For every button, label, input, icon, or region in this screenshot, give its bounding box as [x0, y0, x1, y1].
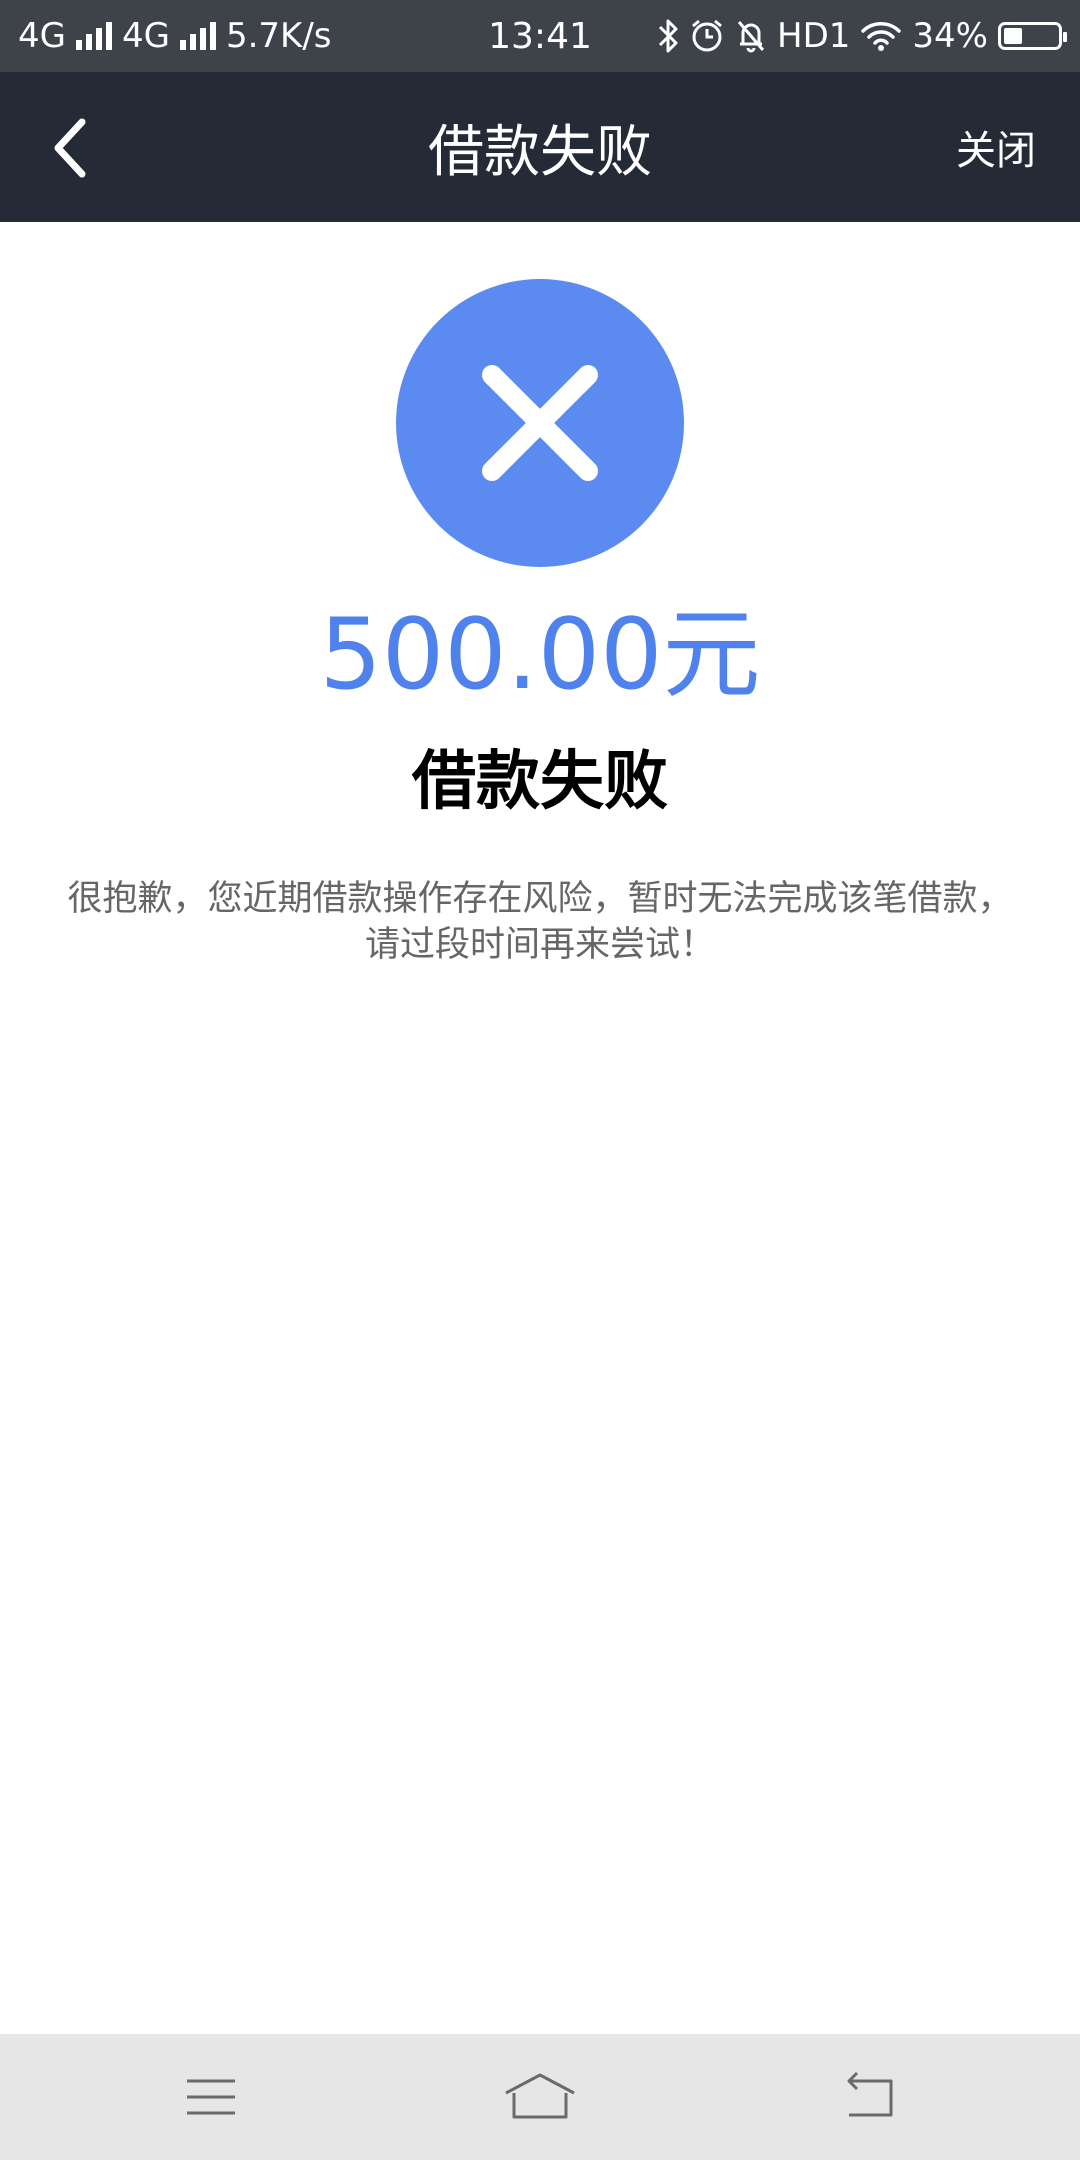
- home-button[interactable]: [480, 2057, 600, 2137]
- system-nav-bar: [0, 2034, 1080, 2160]
- close-button[interactable]: 关闭: [956, 72, 1036, 222]
- nav-bar: 借款失败 关闭: [0, 72, 1080, 222]
- chevron-left-icon: [54, 118, 86, 178]
- hd-indicator: HD1: [777, 16, 851, 56]
- page-title: 借款失败: [428, 119, 652, 185]
- close-x-icon: [482, 365, 598, 481]
- menu-icon: [187, 2079, 235, 2115]
- failure-badge: [396, 279, 684, 567]
- mute-bell-icon: [735, 18, 767, 54]
- loan-failure-screen: 4G 4G 5.7K/s 13:41 HD1 34% 借款失败 关闭 500.0…: [0, 0, 1080, 2160]
- bluetooth-icon: [657, 18, 679, 54]
- return-icon: [847, 2071, 893, 2117]
- wifi-icon: [860, 20, 902, 52]
- back-button[interactable]: [30, 108, 110, 188]
- status-bar: 4G 4G 5.7K/s 13:41 HD1 34%: [0, 0, 1080, 72]
- result-message: 很抱歉，您近期借款操作存在风险，暂时无法完成该笔借款，请过段时间再来尝试！: [67, 879, 1013, 965]
- status-bar-right: HD1 34%: [657, 0, 1067, 72]
- alarm-icon: [689, 18, 725, 54]
- loan-amount: 500.00元: [319, 598, 761, 712]
- result-status: 借款失败: [412, 745, 668, 819]
- home-icon: [505, 2073, 575, 2119]
- return-button[interactable]: [809, 2057, 929, 2137]
- menu-button[interactable]: [151, 2057, 271, 2137]
- battery-icon: [998, 22, 1067, 50]
- battery-percent: 34%: [912, 16, 988, 56]
